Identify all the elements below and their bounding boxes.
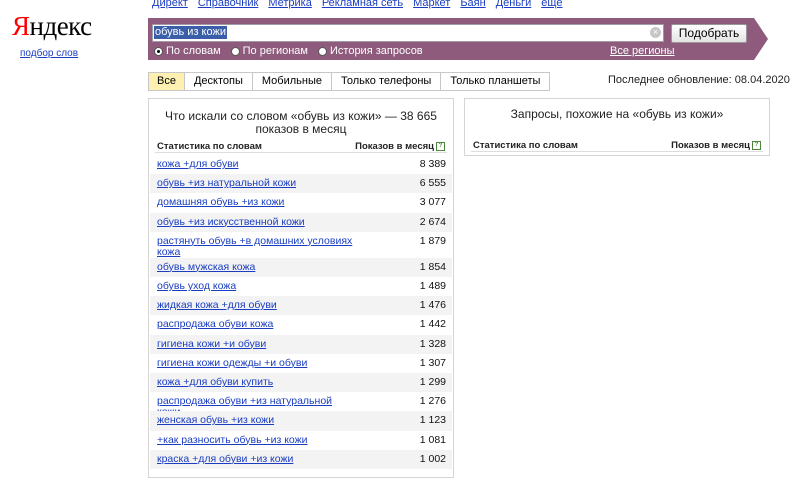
- nav-link-reference[interactable]: Справочник: [198, 0, 259, 9]
- table-row: краска +для обуви +из кожи 1 002: [150, 449, 452, 469]
- keyword-link[interactable]: +как разносить обувь +из кожи: [157, 434, 357, 446]
- table-row: растянуть обувь +в домашних условиях кож…: [150, 232, 452, 258]
- shows-count: 1 879: [419, 234, 446, 247]
- keyword-link[interactable]: домашняя обувь +из кожи: [157, 197, 357, 208]
- keyword-link[interactable]: распродажа обуви кожа: [157, 319, 357, 330]
- table-row: женская обувь +из кожи 1 123: [150, 411, 452, 431]
- words-stats-panel: Что искали со словом «обувь из кожи» — 3…: [148, 98, 454, 478]
- table-row: распродажа обуви +из натуральной кожи1 2…: [150, 392, 452, 418]
- divider: [471, 151, 763, 152]
- search-input[interactable]: [152, 24, 664, 42]
- top-nav: Директ Справочник Метрика Рекламная сеть…: [152, 0, 563, 9]
- column-header-shows: Показов в месяц?: [355, 141, 445, 152]
- help-icon[interactable]: ?: [752, 140, 761, 150]
- radio-label: По словам: [166, 45, 221, 57]
- table-row: +как разносить обувь +из кожи 1 081: [150, 431, 452, 450]
- nav-link-direct[interactable]: Директ: [152, 0, 188, 9]
- tab-desktops[interactable]: Десктопы: [185, 73, 253, 90]
- similar-panel-title: Запросы, похожие на «обувь из кожи»: [510, 107, 724, 121]
- last-updated: Последнее обновление: 08.04.2020: [608, 74, 790, 86]
- tab-tablets-only[interactable]: Только планшеты: [441, 73, 549, 90]
- shows-count: 1 081: [419, 433, 446, 446]
- radio-by-words[interactable]: По словам: [154, 45, 221, 57]
- nav-link-metrika[interactable]: Метрика: [268, 0, 312, 9]
- keyword-link[interactable]: кожа +для обуви: [157, 159, 357, 170]
- keyword-link[interactable]: обувь мужская кожа: [157, 261, 357, 273]
- column-header-words: Статистика по словам: [157, 141, 262, 152]
- column-header-words: Статистика по словам: [473, 140, 578, 151]
- tab-mobile[interactable]: Мобильные: [253, 73, 332, 90]
- logo-first-letter: Я: [12, 11, 30, 41]
- submit-button[interactable]: Подобрать: [671, 24, 747, 43]
- all-regions-link[interactable]: Все регионы: [610, 45, 675, 57]
- shows-count: 1 442: [419, 318, 446, 331]
- shows-count: 2 674: [419, 215, 446, 228]
- keyword-link[interactable]: обувь +из искусственной кожи: [157, 216, 357, 228]
- device-tabs: Все Десктопы Мобильные Только телефоны Т…: [148, 72, 551, 91]
- radio-label: История запросов: [330, 45, 423, 57]
- keyword-link[interactable]: женская обувь +из кожи: [157, 415, 357, 426]
- nav-link-bayan[interactable]: Баян: [460, 0, 485, 9]
- radio-dot-icon: [318, 46, 327, 56]
- tab-all[interactable]: Все: [149, 73, 185, 90]
- tab-phones-only[interactable]: Только телефоны: [332, 73, 442, 90]
- column-header-shows-label: Показов в месяц: [671, 140, 750, 151]
- keyword-link[interactable]: гигиена кожи одежды +и обуви: [157, 357, 357, 369]
- shows-count: 1 299: [419, 376, 446, 388]
- table-row: обувь +из искусственной кожи 2 674: [150, 212, 452, 232]
- shows-count: 1 276: [419, 395, 446, 408]
- panel-title-line2: показов в месяц: [255, 122, 347, 136]
- radio-dot-icon: [154, 46, 163, 56]
- table-row: домашняя обувь +из кожи 3 077: [150, 193, 452, 212]
- radio-by-regions[interactable]: По регионам: [230, 45, 308, 57]
- nav-link-more[interactable]: ещё: [541, 0, 562, 9]
- keyword-link[interactable]: кожа +для обуви купить: [157, 377, 357, 388]
- keyword-link[interactable]: гигиена кожи +и обуви: [157, 338, 357, 350]
- column-header-shows-label: Показов в месяц: [355, 141, 434, 152]
- shows-count: 8 389: [419, 158, 446, 170]
- table-row: распродажа обуви кожа 1 442: [150, 315, 452, 334]
- keyword-link[interactable]: жидкая кожа +для обуви: [157, 300, 357, 311]
- radio-history[interactable]: История запросов: [318, 45, 423, 57]
- search-query-text: обувь из кожи: [154, 26, 227, 39]
- shows-count: 1 328: [419, 337, 446, 350]
- table-row: гигиена кожи +и обуви 1 328: [150, 334, 452, 354]
- nav-link-money[interactable]: Деньги: [496, 0, 532, 9]
- shows-count: 1 854: [419, 260, 446, 273]
- shows-count: 1 307: [419, 356, 446, 369]
- wordstat-link[interactable]: подбор слов: [20, 48, 78, 59]
- nav-link-ad-network[interactable]: Рекламная сеть: [322, 0, 403, 9]
- radio-dot-icon: [230, 46, 240, 56]
- logo-rest: ндекс: [29, 11, 93, 41]
- column-header-shows: Показов в месяц?: [671, 140, 761, 151]
- table-row: жидкая кожа +для обуви 1 476: [150, 296, 452, 316]
- similar-queries-panel: Запросы, похожие на «обувь из кожи» Стат…: [464, 98, 770, 156]
- clear-icon[interactable]: ×: [650, 27, 661, 38]
- divider: [155, 152, 447, 153]
- nav-link-market[interactable]: Маркет: [413, 0, 450, 9]
- keyword-link[interactable]: обувь +из натуральной кожи: [157, 178, 357, 189]
- help-icon[interactable]: ?: [436, 141, 445, 151]
- keyword-link[interactable]: краска +для обуви +из кожи: [157, 453, 357, 465]
- table-row: обувь уход кожа 1 489: [150, 277, 452, 296]
- shows-count: 1 489: [419, 280, 446, 292]
- table-row: кожа +для обуви 8 389: [150, 155, 452, 174]
- table-row: гигиена кожи одежды +и обуви 1 307: [150, 354, 452, 373]
- shows-count: 1 002: [419, 452, 446, 465]
- shows-count: 1 123: [419, 414, 446, 427]
- keyword-link[interactable]: растянуть обувь +в домашних условиях кож…: [157, 235, 357, 258]
- shows-count: 6 555: [419, 177, 446, 190]
- shows-count: 3 077: [419, 196, 446, 209]
- table-row: кожа +для обуви купить 1 299: [150, 373, 452, 393]
- keyword-link[interactable]: обувь уход кожа: [157, 281, 357, 292]
- shows-count: 1 476: [419, 299, 446, 312]
- table-row: обувь мужская кожа 1 854: [150, 257, 452, 277]
- table-row: обувь +из натуральной кожи 6 555: [150, 174, 452, 194]
- yandex-logo[interactable]: Яндекс: [12, 10, 92, 42]
- radio-label: По регионам: [242, 45, 308, 57]
- search-mode-radios: По словам По регионам История запросов: [154, 45, 423, 57]
